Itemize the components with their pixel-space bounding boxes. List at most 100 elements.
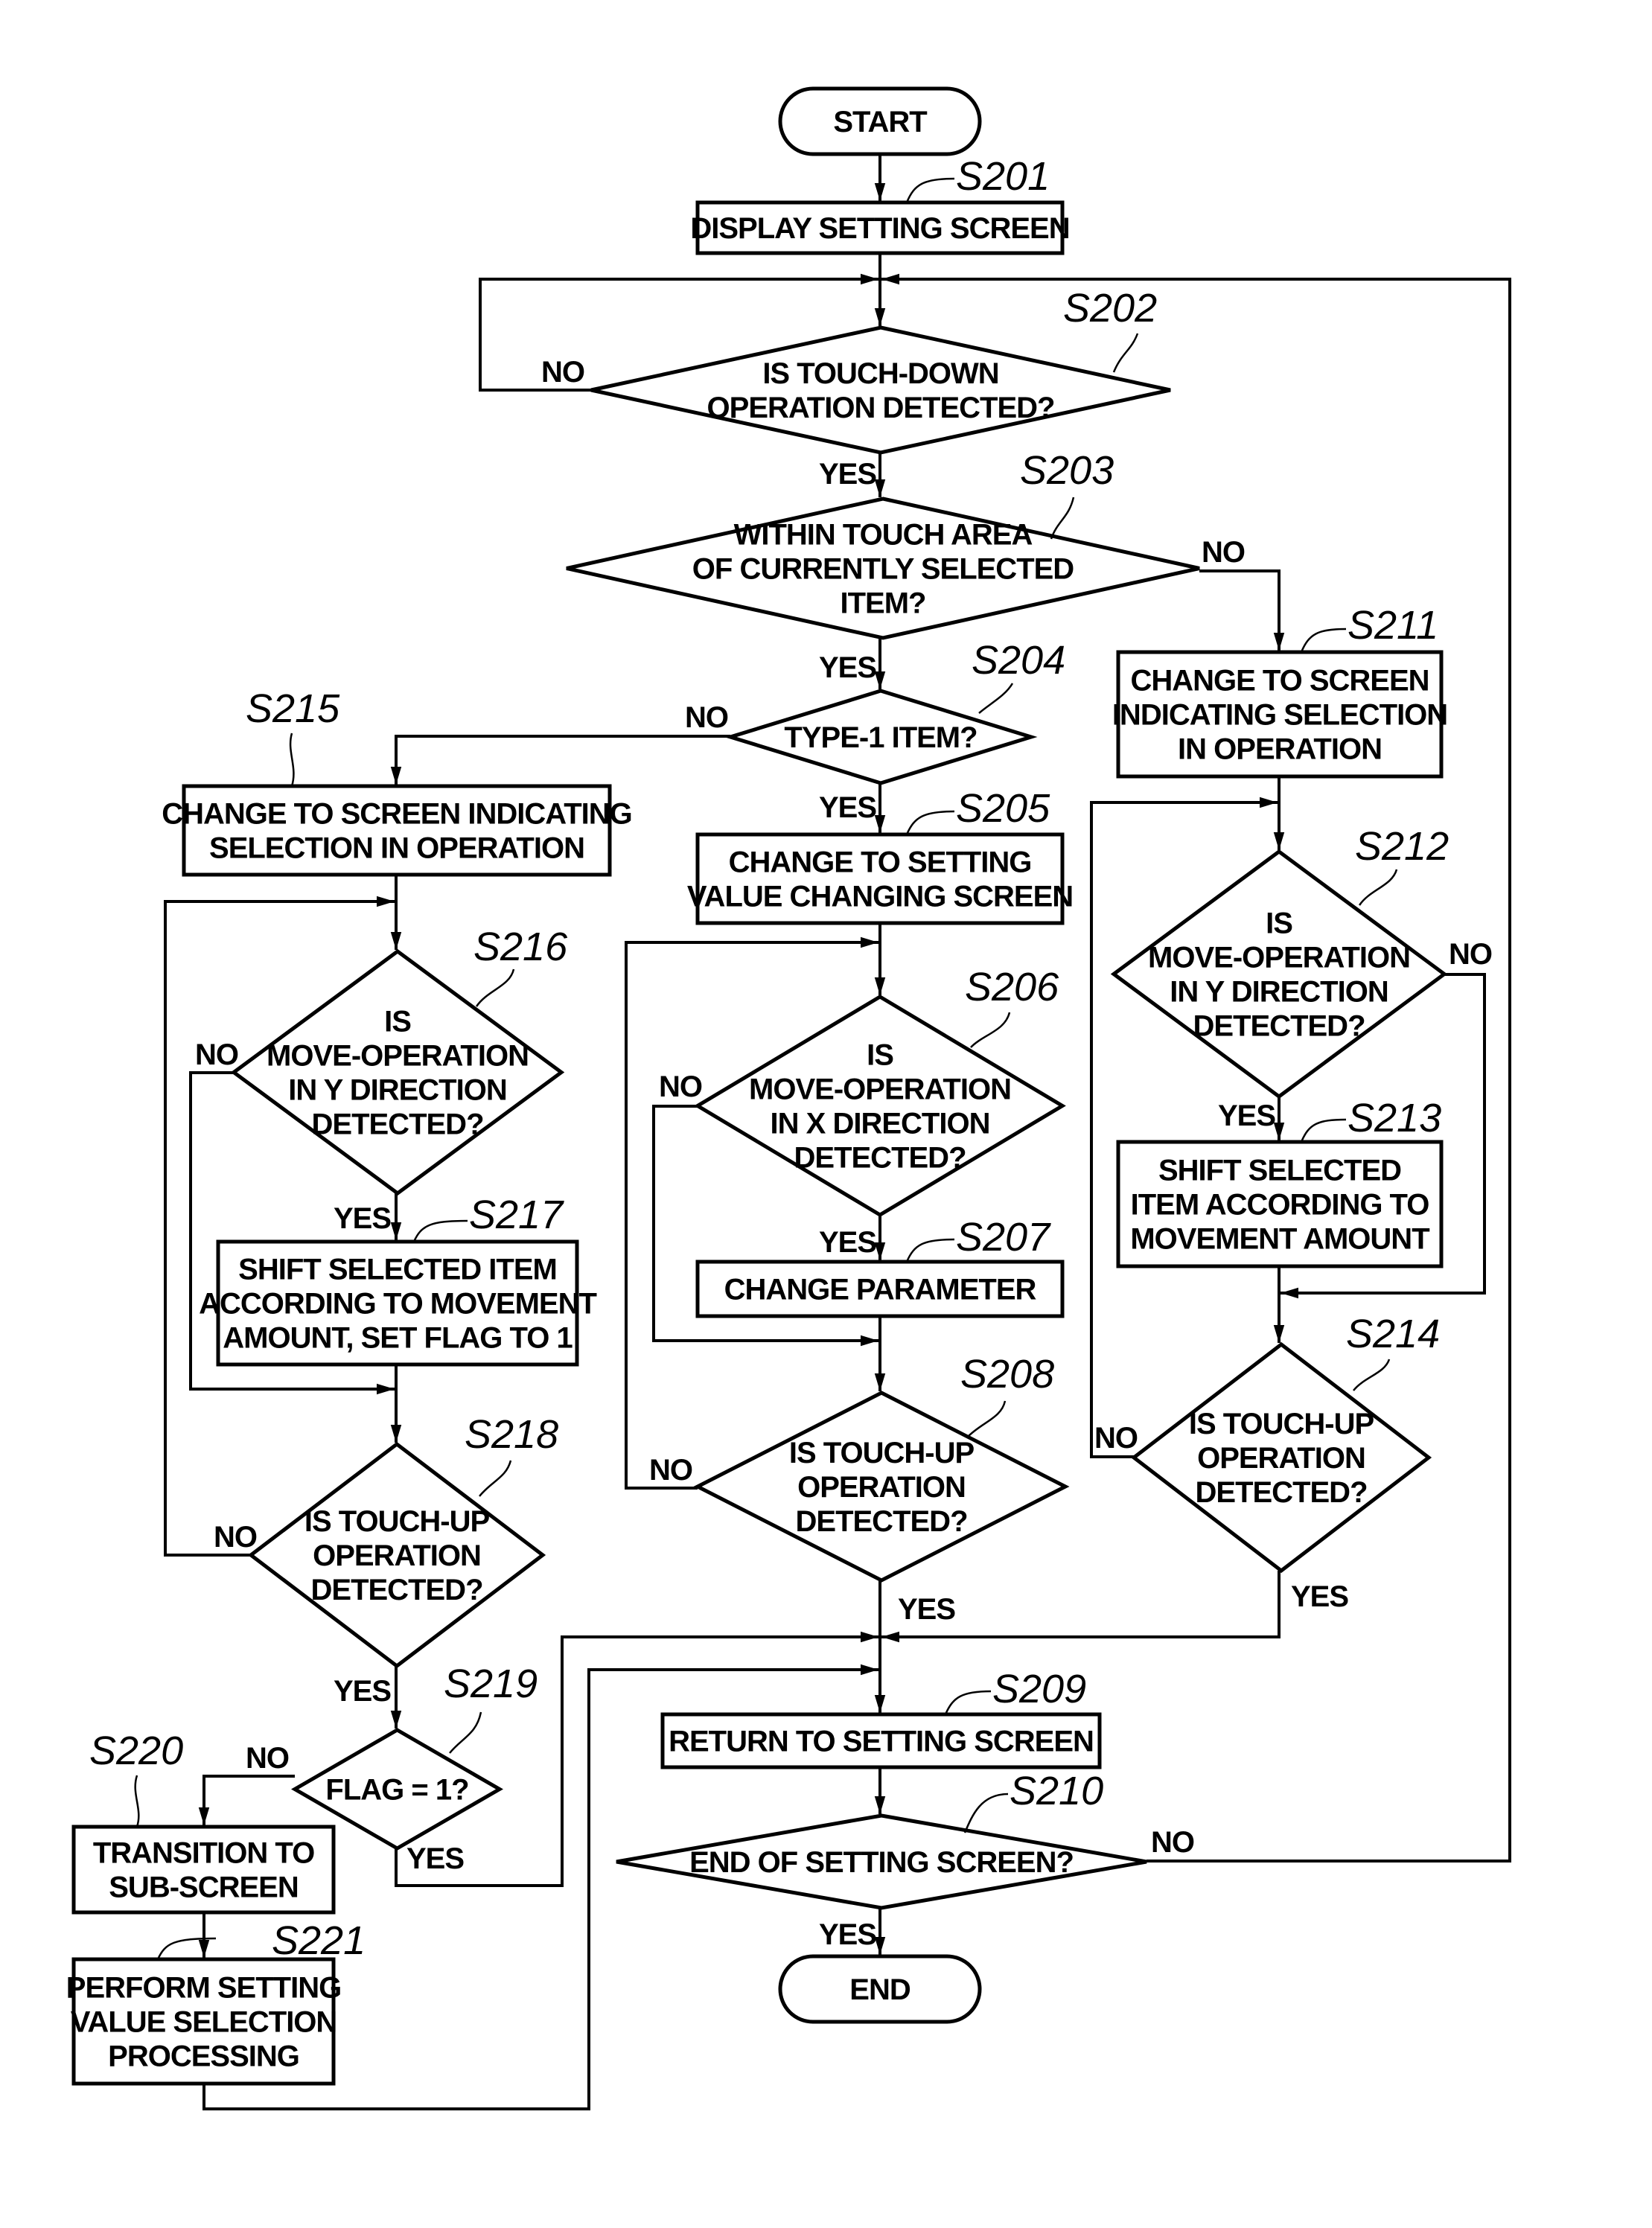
decision-s203-text-line: ITEM?	[841, 587, 926, 620]
step-number: S218	[465, 1412, 558, 1457]
step-number: S209	[992, 1667, 1086, 1711]
decision-s218-text-line: OPERATION	[313, 1539, 481, 1572]
leader-line	[967, 1400, 1007, 1437]
terminal-end-text: END	[849, 1973, 910, 2006]
branch-label-no: NO	[1094, 1422, 1138, 1455]
leader-line	[1358, 869, 1398, 906]
branch-label-yes: YES	[819, 1918, 876, 1951]
process-s209: RETURN TO SETTING SCREEN	[660, 1712, 1102, 1769]
step-label-s214: S214	[1346, 1312, 1440, 1391]
flowchart: START END DISPLAY SETTING SCREEN IS TOUCH-D…	[66, 86, 1511, 2110]
process-s215-text-line: SELECTION IN OPERATION	[209, 832, 584, 865]
branch-label-no: NO	[1449, 938, 1492, 971]
step-label-s208: S208	[960, 1352, 1054, 1437]
terminal-end: END	[778, 1954, 982, 2024]
branch-label-no: NO	[541, 356, 584, 389]
terminal-start: START	[778, 86, 982, 156]
decision-s214-text-line: DETECTED?	[1196, 1476, 1368, 1509]
step-label-s202: S202	[1063, 286, 1157, 373]
step-label-s201: S201	[905, 154, 1050, 203]
decision-s203-text-line: OF CURRENTLY SELECTED	[692, 553, 1074, 586]
decision-s203-text-line: WITHIN TOUCH AREA	[734, 519, 1033, 552]
leader-line	[905, 1238, 955, 1263]
process-s213-text-line: ITEM ACCORDING TO	[1131, 1189, 1429, 1222]
step-number: S201	[956, 154, 1050, 199]
branch-label-yes: YES	[819, 791, 876, 824]
process-s217-text-line: AMOUNT, SET FLAG TO 1	[223, 1322, 573, 1355]
step-number: S203	[1020, 448, 1114, 493]
connector-s219-no-s220	[198, 1775, 295, 1825]
step-label-s204: S204	[972, 638, 1065, 714]
step-label-s213: S213	[1300, 1096, 1441, 1143]
terminal-start-text: START	[833, 106, 927, 138]
step-number: S213	[1348, 1096, 1441, 1140]
branch-label-yes: YES	[334, 1675, 391, 1708]
leader-line	[134, 1775, 140, 1828]
branch-label-yes: YES	[406, 1842, 464, 1875]
decision-s204-text-line: TYPE-1 ITEM?	[784, 721, 977, 754]
step-number: S216	[473, 925, 568, 969]
step-number: S210	[1010, 1769, 1103, 1813]
step-label-s221: S221	[156, 1918, 366, 1963]
step-number: S215	[246, 686, 340, 731]
decision-s203: WITHIN TOUCH AREAOF CURRENTLY SELECTEDIT…	[566, 497, 1200, 640]
branch-label-no: NO	[195, 1038, 238, 1071]
decision-diamond	[1110, 849, 1448, 1099]
step-number: S208	[960, 1352, 1054, 1397]
decision-s206-text-line: IS	[867, 1039, 893, 1072]
step-label-s216: S216	[473, 925, 568, 1007]
process-s201-text-line: DISPLAY SETTING SCREEN	[690, 212, 1069, 245]
branch-label-no: NO	[214, 1521, 257, 1554]
leader-line	[978, 683, 1014, 714]
leader-line	[475, 968, 515, 1007]
connector-s203-no-s211	[1199, 569, 1285, 651]
process-s211-text-line: INDICATING SELECTION	[1112, 699, 1447, 732]
leader-line	[1050, 497, 1075, 540]
process-s215: CHANGE TO SCREEN INDICATINGSELECTION IN …	[162, 784, 633, 877]
step-label-s212: S212	[1355, 824, 1449, 906]
flowchart-nodes: START END DISPLAY SETTING SCREEN IS TOUCH-D…	[66, 86, 1448, 2086]
process-s213: SHIFT SELECTEDITEM ACCORDING TOMOVEMENT …	[1116, 1140, 1444, 1268]
step-number: S206	[965, 965, 1059, 1009]
decision-s206-text-line: MOVE-OPERATION	[749, 1073, 1011, 1106]
decision-s216-text-line: DETECTED?	[312, 1108, 484, 1141]
decision-s206: ISMOVE-OPERATIONIN X DIRECTIONDETECTED?	[694, 995, 1066, 1217]
decision-s214-text-line: IS TOUCH-UP	[1189, 1408, 1374, 1440]
step-label-s218: S218	[465, 1412, 558, 1497]
leader-line	[905, 177, 955, 203]
step-label-s217: S217	[412, 1193, 564, 1242]
decision-s219-text-line: FLAG = 1?	[325, 1774, 468, 1807]
leader-line	[944, 1690, 992, 1715]
decision-s216-text-line: IN Y DIRECTION	[288, 1074, 506, 1107]
step-label-s203: S203	[1020, 448, 1114, 540]
leader-line	[1112, 333, 1139, 373]
step-label-s209: S209	[944, 1667, 1086, 1715]
decision-s208: IS TOUCH-UPOPERATIONDETECTED?	[693, 1391, 1070, 1583]
process-s211: CHANGE TO SCREENINDICATING SELECTIONIN O…	[1112, 650, 1448, 779]
decision-s212-text-line: IS	[1266, 907, 1292, 940]
decision-s210: END OF SETTING SCREEN?	[616, 1813, 1147, 1910]
decision-s216-text-line: MOVE-OPERATION	[267, 1040, 529, 1073]
branch-label-yes: YES	[1291, 1580, 1348, 1613]
process-s201: DISPLAY SETTING SCREEN	[690, 200, 1071, 255]
process-s205-text-line: CHANGE TO SETTING	[729, 846, 1032, 879]
decision-s202-text-line: IS TOUCH-DOWN	[762, 357, 998, 390]
leader-line	[970, 1012, 1011, 1048]
leader-line	[449, 1711, 482, 1754]
step-number: S219	[444, 1662, 538, 1706]
decision-s214-text-line: OPERATION	[1197, 1442, 1365, 1475]
process-s221-text-line: PERFORM SETTING	[66, 1972, 341, 2005]
branch-label-no: NO	[659, 1070, 702, 1103]
branch-label-no: NO	[649, 1454, 692, 1487]
step-label-s215: S215	[246, 686, 340, 787]
decision-s202: IS TOUCH-DOWNOPERATION DETECTED?	[590, 325, 1171, 455]
branch-label-no: NO	[246, 1742, 289, 1775]
step-number: S220	[89, 1729, 183, 1773]
leader-line	[412, 1219, 468, 1242]
decision-s206-text-line: DETECTED?	[794, 1142, 966, 1175]
process-s211-text-line: IN OPERATION	[1178, 733, 1382, 766]
decision-s214: IS TOUCH-UPOPERATIONDETECTED?	[1130, 1341, 1432, 1574]
decision-s212-text-line: MOVE-OPERATION	[1148, 942, 1410, 974]
leader-line	[963, 1793, 1009, 1833]
decision-s212-text-line: IN Y DIRECTION	[1170, 976, 1388, 1009]
